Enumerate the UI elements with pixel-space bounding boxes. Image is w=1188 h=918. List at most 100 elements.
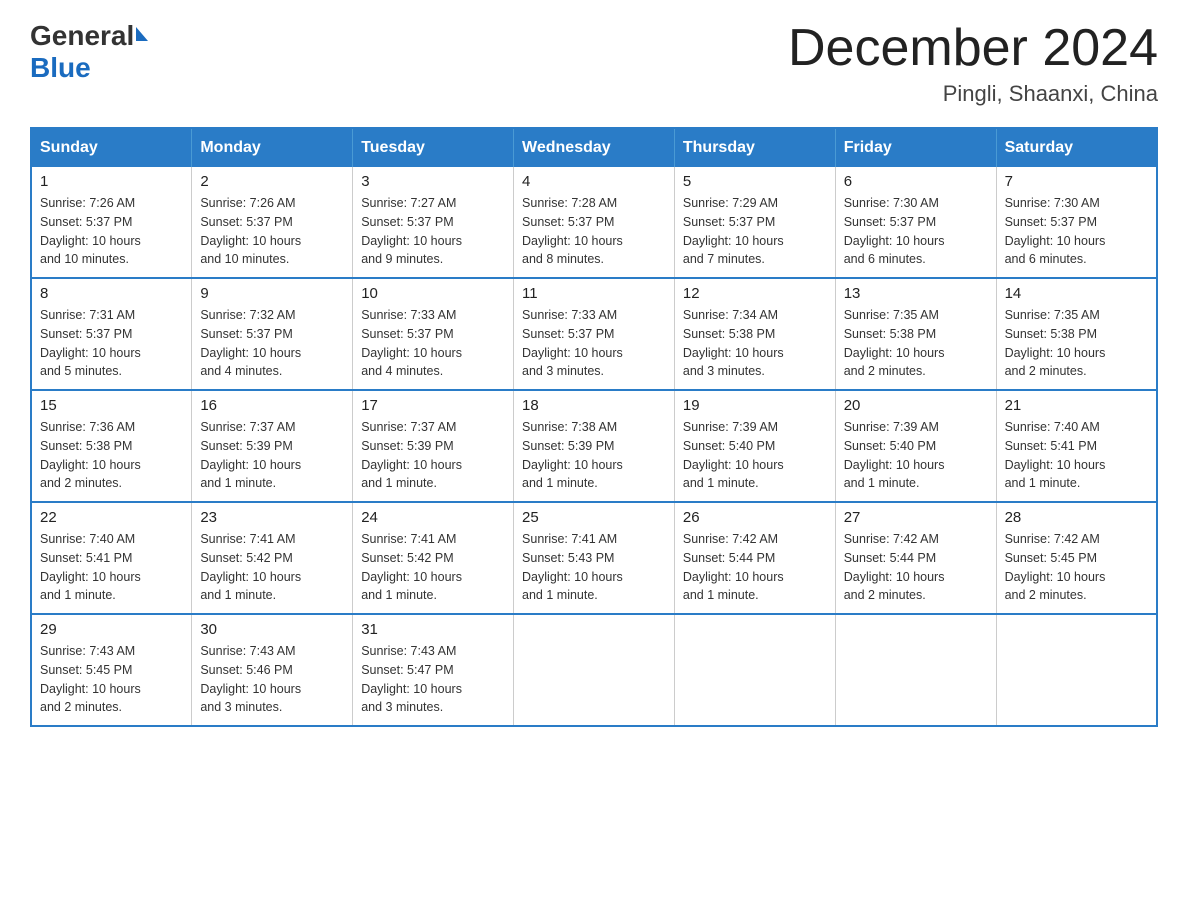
day-info: Sunrise: 7:35 AM Sunset: 5:38 PM Dayligh… xyxy=(844,306,988,381)
day-info: Sunrise: 7:38 AM Sunset: 5:39 PM Dayligh… xyxy=(522,418,666,493)
header-wednesday: Wednesday xyxy=(514,128,675,167)
day-info: Sunrise: 7:43 AM Sunset: 5:47 PM Dayligh… xyxy=(361,642,505,717)
day-number: 16 xyxy=(200,397,344,414)
day-info: Sunrise: 7:41 AM Sunset: 5:43 PM Dayligh… xyxy=(522,530,666,605)
day-info: Sunrise: 7:39 AM Sunset: 5:40 PM Dayligh… xyxy=(683,418,827,493)
day-number: 4 xyxy=(522,173,666,190)
calendar-cell: 4 Sunrise: 7:28 AM Sunset: 5:37 PM Dayli… xyxy=(514,167,675,278)
calendar-cell: 13 Sunrise: 7:35 AM Sunset: 5:38 PM Dayl… xyxy=(835,278,996,390)
calendar-week-row: 15 Sunrise: 7:36 AM Sunset: 5:38 PM Dayl… xyxy=(31,390,1157,502)
day-info: Sunrise: 7:37 AM Sunset: 5:39 PM Dayligh… xyxy=(200,418,344,493)
calendar-cell: 27 Sunrise: 7:42 AM Sunset: 5:44 PM Dayl… xyxy=(835,502,996,614)
calendar-cell: 15 Sunrise: 7:36 AM Sunset: 5:38 PM Dayl… xyxy=(31,390,192,502)
logo: General Blue xyxy=(30,20,148,84)
day-number: 3 xyxy=(361,173,505,190)
page-header: General Blue December 2024 Pingli, Shaan… xyxy=(30,20,1158,107)
day-number: 28 xyxy=(1005,509,1148,526)
calendar-cell xyxy=(514,614,675,726)
day-number: 18 xyxy=(522,397,666,414)
logo-blue-text: Blue xyxy=(30,52,91,84)
day-info: Sunrise: 7:35 AM Sunset: 5:38 PM Dayligh… xyxy=(1005,306,1148,381)
day-info: Sunrise: 7:42 AM Sunset: 5:44 PM Dayligh… xyxy=(844,530,988,605)
calendar-cell: 7 Sunrise: 7:30 AM Sunset: 5:37 PM Dayli… xyxy=(996,167,1157,278)
calendar-cell: 2 Sunrise: 7:26 AM Sunset: 5:37 PM Dayli… xyxy=(192,167,353,278)
calendar-cell: 28 Sunrise: 7:42 AM Sunset: 5:45 PM Dayl… xyxy=(996,502,1157,614)
day-info: Sunrise: 7:28 AM Sunset: 5:37 PM Dayligh… xyxy=(522,194,666,269)
day-number: 9 xyxy=(200,285,344,302)
day-info: Sunrise: 7:41 AM Sunset: 5:42 PM Dayligh… xyxy=(200,530,344,605)
day-info: Sunrise: 7:42 AM Sunset: 5:45 PM Dayligh… xyxy=(1005,530,1148,605)
calendar-cell: 10 Sunrise: 7:33 AM Sunset: 5:37 PM Dayl… xyxy=(353,278,514,390)
calendar-cell: 6 Sunrise: 7:30 AM Sunset: 5:37 PM Dayli… xyxy=(835,167,996,278)
day-info: Sunrise: 7:33 AM Sunset: 5:37 PM Dayligh… xyxy=(361,306,505,381)
calendar-cell: 20 Sunrise: 7:39 AM Sunset: 5:40 PM Dayl… xyxy=(835,390,996,502)
calendar-cell: 16 Sunrise: 7:37 AM Sunset: 5:39 PM Dayl… xyxy=(192,390,353,502)
calendar-cell: 8 Sunrise: 7:31 AM Sunset: 5:37 PM Dayli… xyxy=(31,278,192,390)
calendar-cell: 3 Sunrise: 7:27 AM Sunset: 5:37 PM Dayli… xyxy=(353,167,514,278)
day-info: Sunrise: 7:41 AM Sunset: 5:42 PM Dayligh… xyxy=(361,530,505,605)
day-number: 1 xyxy=(40,173,183,190)
calendar-cell: 19 Sunrise: 7:39 AM Sunset: 5:40 PM Dayl… xyxy=(674,390,835,502)
day-number: 13 xyxy=(844,285,988,302)
day-number: 19 xyxy=(683,397,827,414)
day-number: 22 xyxy=(40,509,183,526)
title-section: December 2024 Pingli, Shaanxi, China xyxy=(788,20,1158,107)
calendar-cell: 24 Sunrise: 7:41 AM Sunset: 5:42 PM Dayl… xyxy=(353,502,514,614)
day-number: 14 xyxy=(1005,285,1148,302)
calendar-cell: 5 Sunrise: 7:29 AM Sunset: 5:37 PM Dayli… xyxy=(674,167,835,278)
day-number: 17 xyxy=(361,397,505,414)
day-info: Sunrise: 7:31 AM Sunset: 5:37 PM Dayligh… xyxy=(40,306,183,381)
day-info: Sunrise: 7:26 AM Sunset: 5:37 PM Dayligh… xyxy=(200,194,344,269)
calendar-cell: 1 Sunrise: 7:26 AM Sunset: 5:37 PM Dayli… xyxy=(31,167,192,278)
calendar-cell: 25 Sunrise: 7:41 AM Sunset: 5:43 PM Dayl… xyxy=(514,502,675,614)
calendar-week-row: 1 Sunrise: 7:26 AM Sunset: 5:37 PM Dayli… xyxy=(31,167,1157,278)
calendar-cell xyxy=(674,614,835,726)
day-number: 6 xyxy=(844,173,988,190)
day-info: Sunrise: 7:40 AM Sunset: 5:41 PM Dayligh… xyxy=(40,530,183,605)
calendar-header-row: SundayMondayTuesdayWednesdayThursdayFrid… xyxy=(31,128,1157,167)
calendar-cell: 14 Sunrise: 7:35 AM Sunset: 5:38 PM Dayl… xyxy=(996,278,1157,390)
calendar-cell: 18 Sunrise: 7:38 AM Sunset: 5:39 PM Dayl… xyxy=(514,390,675,502)
day-info: Sunrise: 7:43 AM Sunset: 5:45 PM Dayligh… xyxy=(40,642,183,717)
logo-blue-part xyxy=(134,31,148,41)
logo-general-text: General xyxy=(30,20,134,52)
calendar-cell: 29 Sunrise: 7:43 AM Sunset: 5:45 PM Dayl… xyxy=(31,614,192,726)
day-info: Sunrise: 7:39 AM Sunset: 5:40 PM Dayligh… xyxy=(844,418,988,493)
calendar-cell: 23 Sunrise: 7:41 AM Sunset: 5:42 PM Dayl… xyxy=(192,502,353,614)
calendar-cell: 9 Sunrise: 7:32 AM Sunset: 5:37 PM Dayli… xyxy=(192,278,353,390)
day-number: 8 xyxy=(40,285,183,302)
day-number: 5 xyxy=(683,173,827,190)
header-monday: Monday xyxy=(192,128,353,167)
day-number: 21 xyxy=(1005,397,1148,414)
day-number: 25 xyxy=(522,509,666,526)
header-friday: Friday xyxy=(835,128,996,167)
day-number: 15 xyxy=(40,397,183,414)
day-number: 12 xyxy=(683,285,827,302)
calendar-week-row: 8 Sunrise: 7:31 AM Sunset: 5:37 PM Dayli… xyxy=(31,278,1157,390)
day-info: Sunrise: 7:32 AM Sunset: 5:37 PM Dayligh… xyxy=(200,306,344,381)
day-number: 7 xyxy=(1005,173,1148,190)
calendar-week-row: 22 Sunrise: 7:40 AM Sunset: 5:41 PM Dayl… xyxy=(31,502,1157,614)
day-info: Sunrise: 7:37 AM Sunset: 5:39 PM Dayligh… xyxy=(361,418,505,493)
day-info: Sunrise: 7:42 AM Sunset: 5:44 PM Dayligh… xyxy=(683,530,827,605)
day-number: 29 xyxy=(40,621,183,638)
day-info: Sunrise: 7:33 AM Sunset: 5:37 PM Dayligh… xyxy=(522,306,666,381)
day-number: 27 xyxy=(844,509,988,526)
calendar-cell: 11 Sunrise: 7:33 AM Sunset: 5:37 PM Dayl… xyxy=(514,278,675,390)
calendar-cell: 26 Sunrise: 7:42 AM Sunset: 5:44 PM Dayl… xyxy=(674,502,835,614)
day-info: Sunrise: 7:43 AM Sunset: 5:46 PM Dayligh… xyxy=(200,642,344,717)
day-number: 26 xyxy=(683,509,827,526)
day-info: Sunrise: 7:26 AM Sunset: 5:37 PM Dayligh… xyxy=(40,194,183,269)
calendar-cell: 21 Sunrise: 7:40 AM Sunset: 5:41 PM Dayl… xyxy=(996,390,1157,502)
calendar-cell xyxy=(835,614,996,726)
day-number: 31 xyxy=(361,621,505,638)
header-sunday: Sunday xyxy=(31,128,192,167)
day-info: Sunrise: 7:36 AM Sunset: 5:38 PM Dayligh… xyxy=(40,418,183,493)
day-number: 23 xyxy=(200,509,344,526)
day-number: 2 xyxy=(200,173,344,190)
calendar-cell: 22 Sunrise: 7:40 AM Sunset: 5:41 PM Dayl… xyxy=(31,502,192,614)
header-thursday: Thursday xyxy=(674,128,835,167)
day-number: 11 xyxy=(522,285,666,302)
day-info: Sunrise: 7:40 AM Sunset: 5:41 PM Dayligh… xyxy=(1005,418,1148,493)
day-info: Sunrise: 7:29 AM Sunset: 5:37 PM Dayligh… xyxy=(683,194,827,269)
